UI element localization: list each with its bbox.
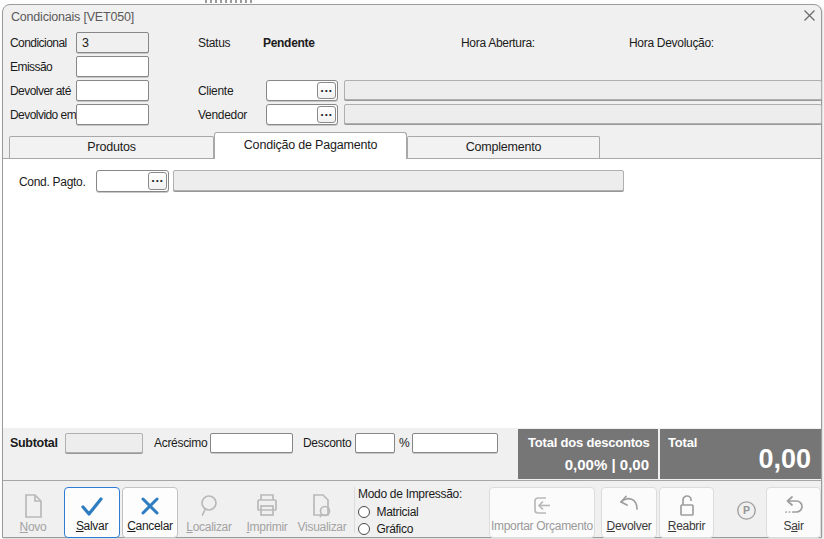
localizar-button[interactable]: Localizar (181, 487, 237, 538)
x-icon (137, 493, 163, 519)
desconto-valor-input[interactable] (412, 433, 498, 453)
vendedor-lookup-button[interactable]: ... (317, 106, 336, 123)
sair-label: Sair (767, 519, 820, 533)
status-label: Status (198, 36, 230, 50)
close-icon[interactable] (802, 8, 817, 23)
modo-impressao-label: Modo de Impressão: (358, 487, 462, 501)
cond-pagto-label: Cond. Pagto. (19, 175, 85, 189)
imprimir-button[interactable]: Imprimir (239, 487, 295, 538)
desconto-percent-input[interactable] (355, 433, 395, 453)
condicional-value: 3 (77, 33, 148, 53)
condicional-field: 3 (76, 32, 149, 53)
visualizar-button[interactable]: Visualizar (294, 487, 350, 538)
novo-button[interactable]: Novo (5, 487, 61, 538)
percent-label: % (399, 436, 409, 450)
cliente-input[interactable]: ... (266, 80, 338, 101)
subtotal-field (65, 433, 143, 453)
devolver-button[interactable]: Devolver (601, 487, 657, 538)
emissao-label: Emissão (10, 60, 52, 74)
exit-arrow-icon (781, 493, 807, 521)
acrescimo-label: Acréscimo (154, 436, 207, 450)
reabrir-button[interactable]: Reabrir (659, 487, 714, 538)
radio-grafico-circle[interactable] (358, 523, 370, 535)
undo-arrow-icon (616, 493, 642, 521)
window-title: Condicionais [VET050] (11, 10, 134, 24)
devolver-label: Devolver (602, 519, 656, 533)
print-preview-icon (309, 492, 335, 520)
toolbar-separator (354, 487, 355, 533)
new-document-icon (20, 492, 46, 520)
total-descontos-label: Total dos descontos (528, 435, 650, 450)
condicional-label: Condicional (10, 36, 67, 50)
tab-condicao-de-pagamento[interactable]: Condição de Pagamento (214, 132, 407, 159)
vendedor-input[interactable]: ... (266, 104, 338, 125)
localizar-label: Localizar (181, 520, 237, 534)
devolvido-em-label: Devolvido em (10, 108, 76, 122)
devolver-ate-label: Devolver até (10, 84, 71, 98)
check-icon (77, 493, 107, 519)
total-value: 0,00 (758, 444, 811, 475)
radio-matricial[interactable]: Matricial (358, 504, 462, 519)
novo-label: Novo (5, 520, 61, 534)
total-descontos-value: 0,00% | 0,00 (565, 456, 649, 473)
imprimir-label: Imprimir (239, 520, 295, 534)
cond-pagto-desc-field (173, 170, 624, 191)
vendedor-label: Vendedor (198, 108, 247, 122)
open-padlock-icon (674, 493, 700, 521)
import-icon (529, 493, 555, 521)
devolver-ate-input[interactable] (76, 80, 149, 101)
salvar-label: Salvar (65, 519, 119, 533)
radio-matricial-circle[interactable] (358, 506, 370, 518)
cancelar-button[interactable]: Cancelar (122, 487, 178, 538)
search-icon (196, 492, 222, 520)
total-descontos-box: Total dos descontos 0,00% | 0,00 (518, 429, 658, 479)
printer-icon (254, 492, 280, 520)
toolbar: Novo Salvar Cancelar Loca (3, 480, 821, 537)
devolvido-em-input[interactable] (76, 104, 149, 125)
dialog-condicionais: Condicionais [VET050] Condicional 3 Stat… (2, 4, 822, 538)
cliente-name-field (344, 80, 822, 100)
reabrir-label: Reabrir (660, 519, 713, 533)
radio-matricial-label: Matricial (376, 505, 418, 519)
print-mode-group: Modo de Impressão: Matricial Gráfico (358, 487, 462, 536)
subtotal-label: Subtotal (10, 436, 58, 450)
total-label: Total (668, 435, 697, 450)
importar-orcamento-button[interactable]: Importar Orçamento (489, 487, 595, 538)
sair-button[interactable]: Sair (766, 487, 821, 538)
clipped-background-text (205, 0, 253, 3)
importar-label: Importar Orçamento (490, 519, 594, 533)
visualizar-label: Visualizar (294, 520, 350, 534)
p-badge-icon[interactable]: P (736, 500, 757, 521)
screen: Condicionais [VET050] Condicional 3 Stat… (0, 0, 824, 539)
cond-pagto-lookup-button[interactable]: ... (148, 172, 167, 190)
cliente-label: Cliente (198, 84, 233, 98)
vendedor-name-field (344, 104, 822, 124)
tab-complemento[interactable]: Complemento (407, 136, 600, 158)
total-box: Total 0,00 (660, 429, 821, 479)
status-value: Pendente (263, 36, 315, 50)
hora-abertura-label: Hora Abertura: (461, 36, 535, 50)
radio-grafico[interactable]: Gráfico (358, 521, 462, 536)
svg-text:P: P (743, 504, 750, 516)
hora-devolucao-label: Hora Devolução: (629, 36, 714, 50)
cond-pagto-input[interactable]: ... (96, 170, 169, 192)
emissao-input[interactable] (76, 56, 149, 77)
cancelar-label: Cancelar (123, 519, 177, 533)
tab-page-condicao-pagamento: Cond. Pagto. ... (3, 158, 821, 428)
salvar-button[interactable]: Salvar (64, 487, 120, 538)
tab-produtos[interactable]: Produtos (9, 136, 214, 158)
radio-grafico-label: Gráfico (376, 522, 413, 536)
acrescimo-input[interactable] (210, 433, 293, 453)
desconto-label: Desconto (303, 436, 351, 450)
cliente-lookup-button[interactable]: ... (317, 82, 336, 99)
